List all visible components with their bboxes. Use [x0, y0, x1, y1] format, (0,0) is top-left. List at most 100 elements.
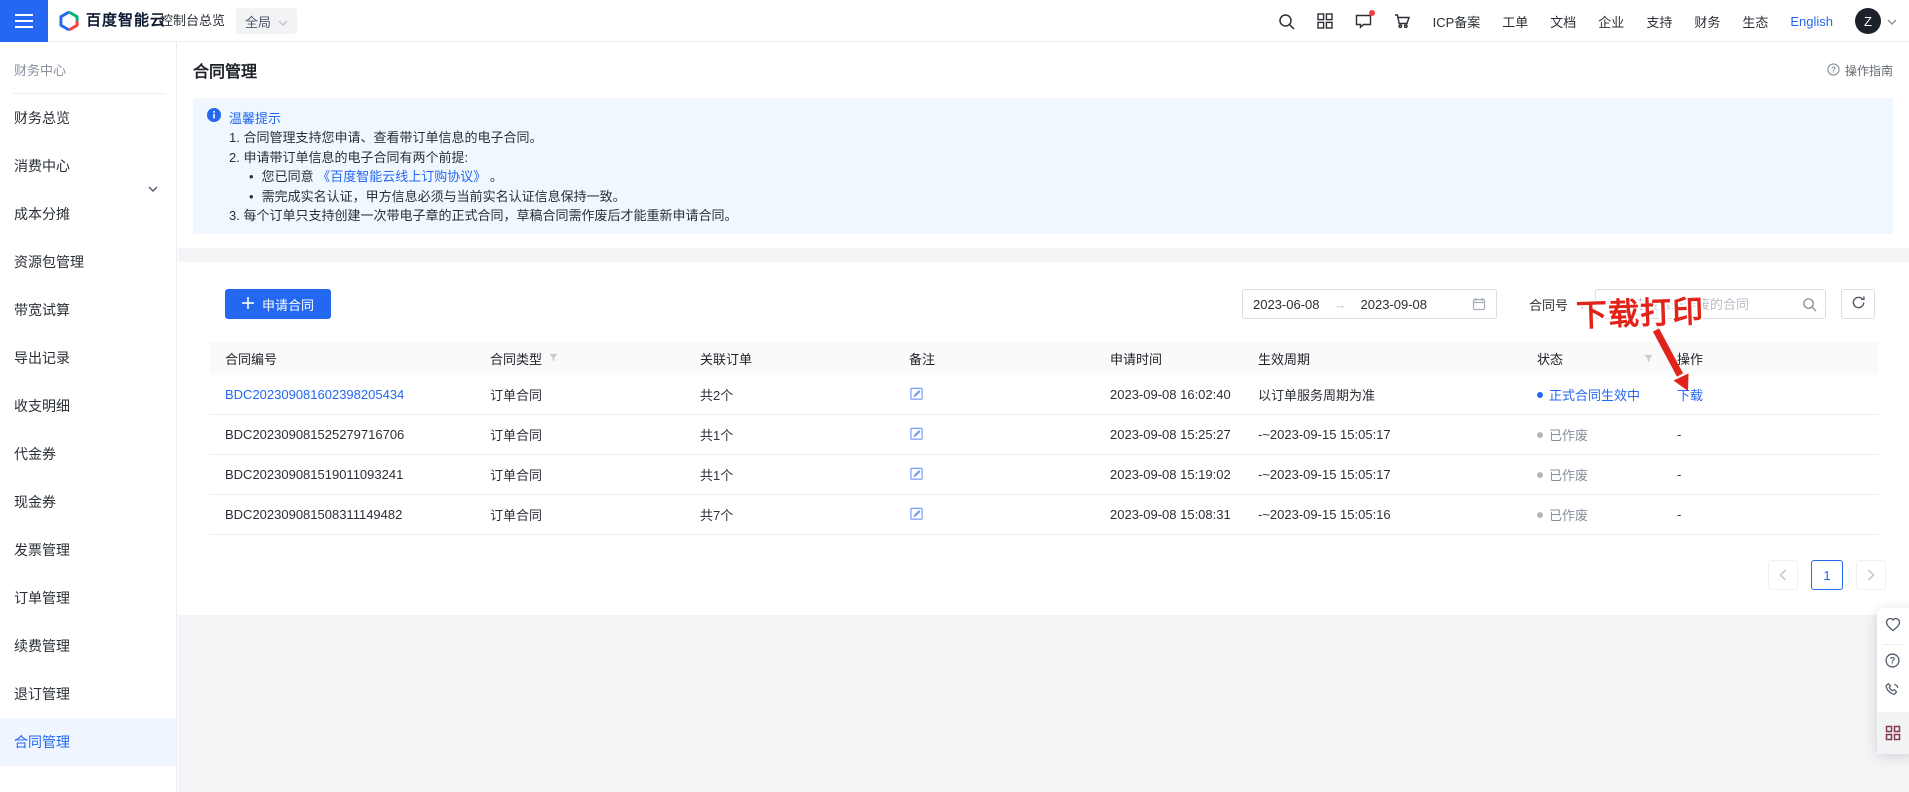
- qr-grid-icon[interactable]: [1885, 725, 1901, 741]
- bullet-dot: •: [249, 189, 254, 204]
- contracts-table: 合同编号 合同类型 关联订单 备注 申请时间 生效周期 状态 操作: [209, 342, 1879, 535]
- heart-icon[interactable]: [1885, 617, 1901, 632]
- search-icon[interactable]: [1278, 13, 1295, 30]
- console-overview-link[interactable]: 控制台总览: [160, 0, 225, 42]
- contract-type: 订单合同: [490, 455, 542, 494]
- status-dot: [1537, 392, 1543, 398]
- tips-bullet-2-text: 需完成实名认证，甲方信息必须与当前实名认证信息保持一致。: [262, 189, 626, 204]
- sidebar-item-export-records[interactable]: 导出记录: [0, 334, 176, 382]
- navbar-right: ICP备案 工单 文档 企业 支持 财务 生态 English Z: [1278, 0, 1897, 42]
- contract-type: 订单合同: [490, 375, 542, 414]
- effective-period: -~2023-09-15 15:05:17: [1258, 415, 1391, 454]
- app-window: 百度智能云 控制台总览 全局 ICP备案 工单 文档: [0, 0, 1909, 792]
- apply-time: 2023-09-08 16:02:40: [1110, 375, 1231, 414]
- edit-note-icon[interactable]: [909, 386, 924, 404]
- apply-time: 2023-09-08 15:19:02: [1110, 455, 1231, 494]
- menu-button[interactable]: [0, 0, 48, 42]
- contract-type: 订单合同: [490, 495, 542, 534]
- refresh-button[interactable]: [1841, 289, 1875, 319]
- region-selector[interactable]: 全局: [236, 8, 297, 34]
- date-range-picker[interactable]: 2023-06-08 → 2023-09-08: [1242, 289, 1497, 319]
- notification-dot: [1369, 10, 1375, 16]
- sidebar-item-finance-overview[interactable]: 财务总览: [0, 94, 176, 142]
- account-menu[interactable]: Z: [1855, 8, 1897, 34]
- page-number-button[interactable]: 1: [1811, 560, 1843, 590]
- apply-contract-label: 申请合同: [262, 295, 314, 314]
- phone-icon[interactable]: [1885, 682, 1900, 697]
- operation-guide-link[interactable]: ? 操作指南: [1827, 62, 1893, 79]
- related-orders: 共2个: [700, 375, 733, 414]
- sidebar-item-label: 资源包管理: [14, 254, 84, 270]
- nav-link[interactable]: 支持: [1646, 12, 1672, 31]
- avatar[interactable]: Z: [1855, 8, 1881, 34]
- col-header-related-orders: 关联订单: [700, 342, 752, 375]
- nav-link[interactable]: 文档: [1550, 12, 1576, 31]
- nav-link[interactable]: 财务: [1694, 12, 1720, 31]
- sidebar-item-cost-allocation[interactable]: 成本分摊: [0, 190, 176, 238]
- nav-link[interactable]: 生态: [1742, 12, 1768, 31]
- sidebar-item-consumption-center[interactable]: 消费中心: [0, 142, 176, 190]
- filter-funnel-icon[interactable]: [548, 351, 559, 366]
- sidebar-item-contract-management[interactable]: 合同管理: [0, 718, 176, 766]
- sidebar-item-order-management[interactable]: 订单管理: [0, 574, 176, 622]
- edit-note-icon[interactable]: [909, 426, 924, 444]
- tips-line-1: 1. 合同管理支持您申请、查看带订单信息的电子合同。: [229, 128, 1879, 148]
- help-icon[interactable]: ?: [1885, 653, 1900, 668]
- calendar-icon[interactable]: [1472, 297, 1486, 311]
- language-toggle[interactable]: English: [1790, 14, 1833, 29]
- date-range-arrow: →: [1334, 297, 1347, 312]
- tips-title: 温馨提示: [229, 108, 281, 127]
- sidebar-item-label: 退订管理: [14, 686, 70, 702]
- col-header-apply-time: 申请时间: [1110, 342, 1162, 375]
- date-to-field[interactable]: 2023-09-08: [1361, 297, 1428, 312]
- baidu-cloud-logo-icon[interactable]: [58, 10, 80, 37]
- nav-link[interactable]: 工单: [1502, 12, 1528, 31]
- related-orders: 共7个: [700, 495, 733, 534]
- sidebar-item-renewal-management[interactable]: 续费管理: [0, 622, 176, 670]
- next-page-button[interactable]: [1856, 560, 1886, 590]
- date-from-field[interactable]: 2023-06-08: [1253, 297, 1320, 312]
- tips-banner: 温馨提示 1. 合同管理支持您申请、查看带订单信息的电子合同。 2. 申请带订单…: [193, 98, 1893, 234]
- nav-link[interactable]: 企业: [1598, 12, 1624, 31]
- sidebar-item-resource-packages[interactable]: 资源包管理: [0, 238, 176, 286]
- sidebar-item-cash-coupons[interactable]: 现金券: [0, 478, 176, 526]
- status-dot: [1537, 472, 1543, 478]
- apply-contract-button[interactable]: 申请合同: [225, 289, 331, 319]
- cart-icon[interactable]: [1394, 13, 1411, 29]
- sidebar-item-bandwidth-calc[interactable]: 带宽试算: [0, 286, 176, 334]
- edit-note-icon[interactable]: [909, 466, 924, 484]
- tips-line-2: 2. 申请带订单信息的电子合同有两个前提:: [229, 148, 1879, 168]
- region-selector-label: 全局: [245, 12, 271, 31]
- contract-number: BDC202309081519011093241: [225, 455, 403, 494]
- logo-text[interactable]: 百度智能云: [86, 0, 166, 42]
- nav-link[interactable]: ICP备案: [1433, 12, 1481, 31]
- apply-time: 2023-09-08 15:08:31: [1110, 495, 1231, 534]
- status-text: 正式合同生效中: [1549, 385, 1640, 404]
- action-placeholder: -: [1677, 495, 1681, 534]
- sidebar-item-income-expense[interactable]: 收支明细: [0, 382, 176, 430]
- sidebar: 财务中心 财务总览 消费中心 成本分摊 资源包管理 带宽试算 导出记录 收支明细…: [0, 42, 177, 792]
- edit-note-icon[interactable]: [909, 506, 924, 524]
- info-icon: [207, 108, 221, 127]
- prev-page-button[interactable]: [1768, 560, 1798, 590]
- col-header-contract-type: 合同类型: [490, 342, 559, 375]
- contract-number: BDC202309081525279716706: [225, 415, 404, 454]
- toolbar-divider: [1882, 644, 1905, 645]
- apps-grid-icon[interactable]: [1317, 13, 1333, 29]
- purchase-agreement-link[interactable]: 《百度智能云线上订购协议》: [317, 169, 486, 184]
- effective-period: -~2023-09-15 15:05:16: [1258, 495, 1391, 534]
- tips-bullet-1-text: 您已同意: [262, 169, 318, 184]
- menu-icon: [15, 14, 33, 16]
- sidebar-item-label: 导出记录: [14, 350, 70, 366]
- message-icon[interactable]: [1355, 13, 1372, 29]
- search-icon[interactable]: [1802, 297, 1817, 312]
- help-icon: ?: [1827, 63, 1840, 79]
- sidebar-item-vouchers[interactable]: 代金券: [0, 430, 176, 478]
- sidebar-item-label: 订单管理: [14, 590, 70, 606]
- chevron-down-icon: [1887, 12, 1897, 30]
- status-badge: 正式合同生效中: [1537, 375, 1640, 414]
- sidebar-item-unsubscribe-management[interactable]: 退订管理: [0, 670, 176, 718]
- contract-number-link[interactable]: BDC202309081602398205434: [225, 387, 404, 402]
- sidebar-item-invoice-management[interactable]: 发票管理: [0, 526, 176, 574]
- table-row: BDC202309081508311149482 订单合同 共7个 2023-0…: [209, 495, 1879, 535]
